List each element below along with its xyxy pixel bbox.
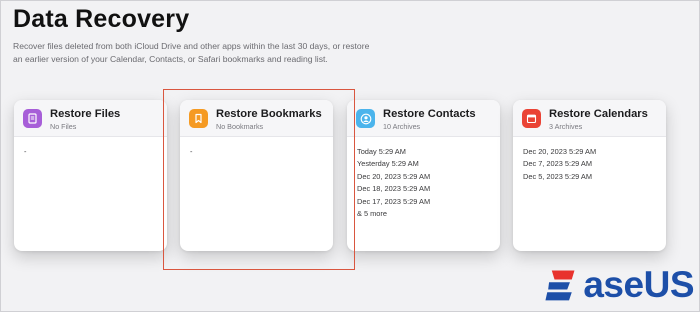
card-title: Restore Contacts [383, 108, 476, 120]
card-subtitle: 10 Archives [383, 122, 421, 131]
card-body: Dec 20, 2023 5:29 AM Dec 7, 2023 5:29 AM… [513, 137, 666, 183]
archive-entry[interactable]: Dec 20, 2023 5:29 AM [357, 171, 500, 183]
page-description: Recover files deleted from both iCloud D… [13, 41, 370, 64]
page-title: Data Recovery [13, 5, 190, 33]
calendar-icon [522, 109, 541, 128]
card-title: Restore Calendars [549, 108, 648, 120]
restore-contacts-card[interactable]: Restore Contacts 10 Archives Today 5:29 … [347, 100, 500, 251]
archive-entry: - [24, 147, 27, 156]
archive-entry[interactable]: Today 5:29 AM [357, 146, 500, 158]
archive-entry[interactable]: Dec 5, 2023 5:29 AM [523, 171, 666, 183]
more-archives-link[interactable]: & 5 more [357, 208, 500, 220]
card-subtitle: 3 Archives [549, 122, 583, 131]
card-body: - [14, 137, 167, 158]
card-body: Today 5:29 AM Yesterday 5:29 AM Dec 20, … [347, 137, 500, 220]
easeus-logo-text: aseUS [583, 264, 694, 305]
archive-entry[interactable]: Dec 18, 2023 5:29 AM [357, 183, 500, 195]
restore-calendars-card[interactable]: Restore Calendars 3 Archives Dec 20, 202… [513, 100, 666, 251]
document-icon [23, 109, 42, 128]
archive-entry[interactable]: Dec 20, 2023 5:29 AM [523, 146, 666, 158]
card-subtitle: No Files [50, 122, 77, 131]
contact-icon [356, 109, 375, 128]
easeus-logo-mark [545, 270, 575, 301]
card-header: Restore Calendars 3 Archives [513, 100, 666, 137]
archive-entry[interactable]: Dec 7, 2023 5:29 AM [523, 158, 666, 170]
highlight-box [163, 89, 355, 270]
card-header: Restore Files No Files [14, 100, 167, 137]
archive-entry[interactable]: Dec 17, 2023 5:29 AM [357, 196, 500, 208]
archive-entry[interactable]: Yesterday 5:29 AM [357, 158, 500, 170]
restore-files-card[interactable]: Restore Files No Files - [14, 100, 167, 251]
card-header: Restore Contacts 10 Archives [347, 100, 500, 137]
easeus-logo: aseUS [540, 263, 694, 307]
card-title: Restore Files [50, 108, 121, 120]
